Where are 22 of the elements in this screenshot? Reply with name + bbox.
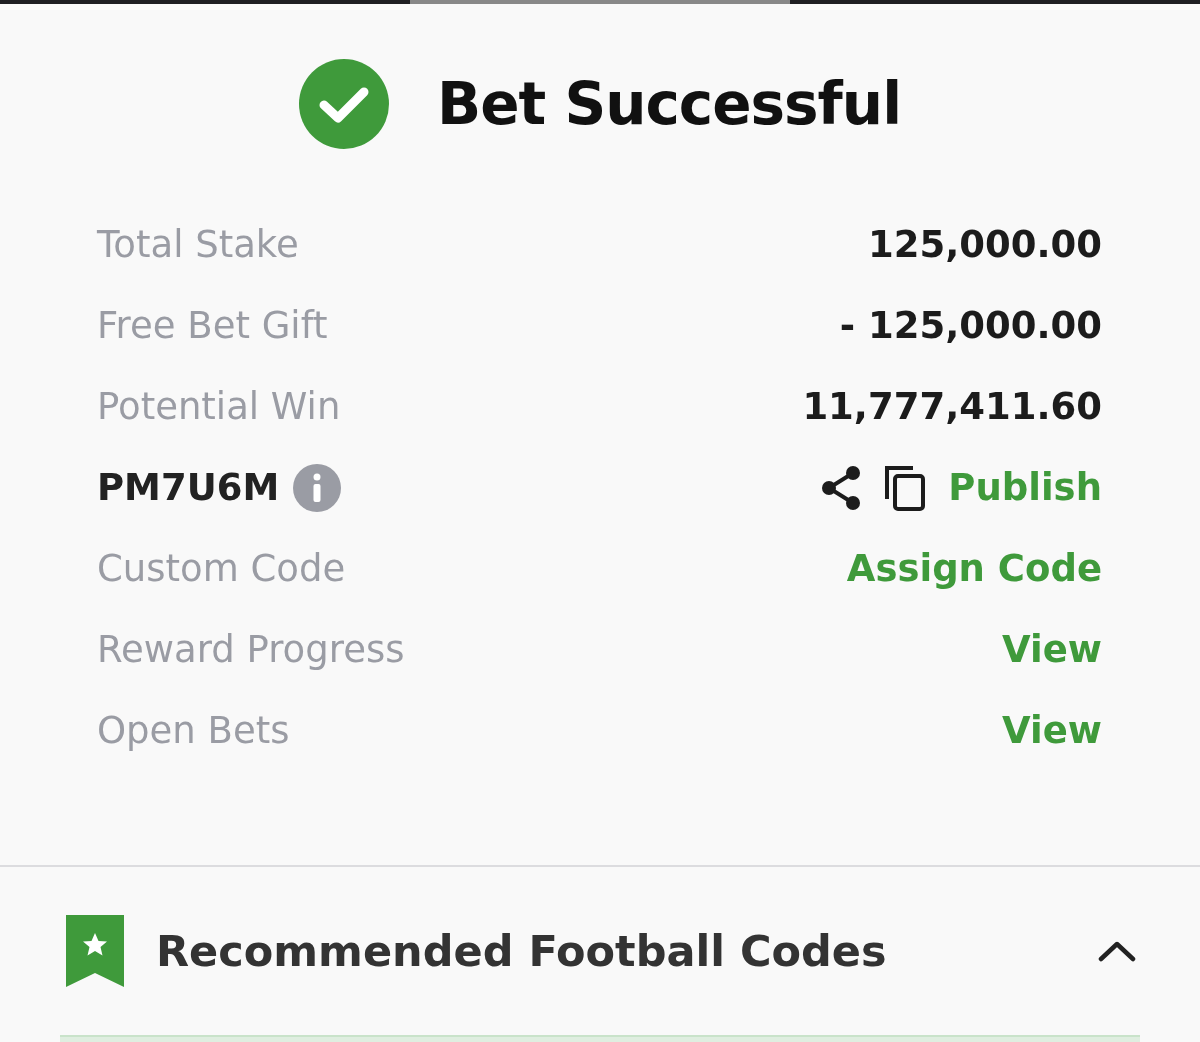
action-link[interactable]: Assign Code [846, 547, 1102, 590]
summary-value: 125,000.00 [867, 223, 1102, 266]
summary-label: Total Stake [97, 223, 299, 266]
copy-icon[interactable] [884, 464, 927, 511]
summary-label: Potential Win [97, 385, 341, 428]
summary-value: - 125,000.00 [839, 304, 1102, 347]
share-icon[interactable] [820, 464, 863, 511]
summary-label: Open Bets [97, 709, 290, 752]
chevron-up-icon[interactable] [1098, 940, 1136, 962]
publish-link[interactable]: Publish [948, 466, 1102, 509]
summary-label: Free Bet Gift [97, 304, 328, 347]
page-title: Bet Successful [436, 70, 902, 138]
summary-value: 11,777,411.60 [802, 385, 1102, 428]
action-link[interactable]: View [1002, 628, 1102, 671]
info-icon[interactable] [293, 463, 342, 512]
check-circle-icon [298, 59, 389, 149]
bookmark-star-icon [66, 915, 124, 987]
booking-code: PM7U6M [97, 466, 280, 509]
action-link[interactable]: View [1002, 709, 1102, 752]
summary-label: Custom Code [97, 547, 346, 590]
section-title: Recommended Football Codes [156, 926, 888, 976]
summary-label: Reward Progress [97, 628, 405, 671]
